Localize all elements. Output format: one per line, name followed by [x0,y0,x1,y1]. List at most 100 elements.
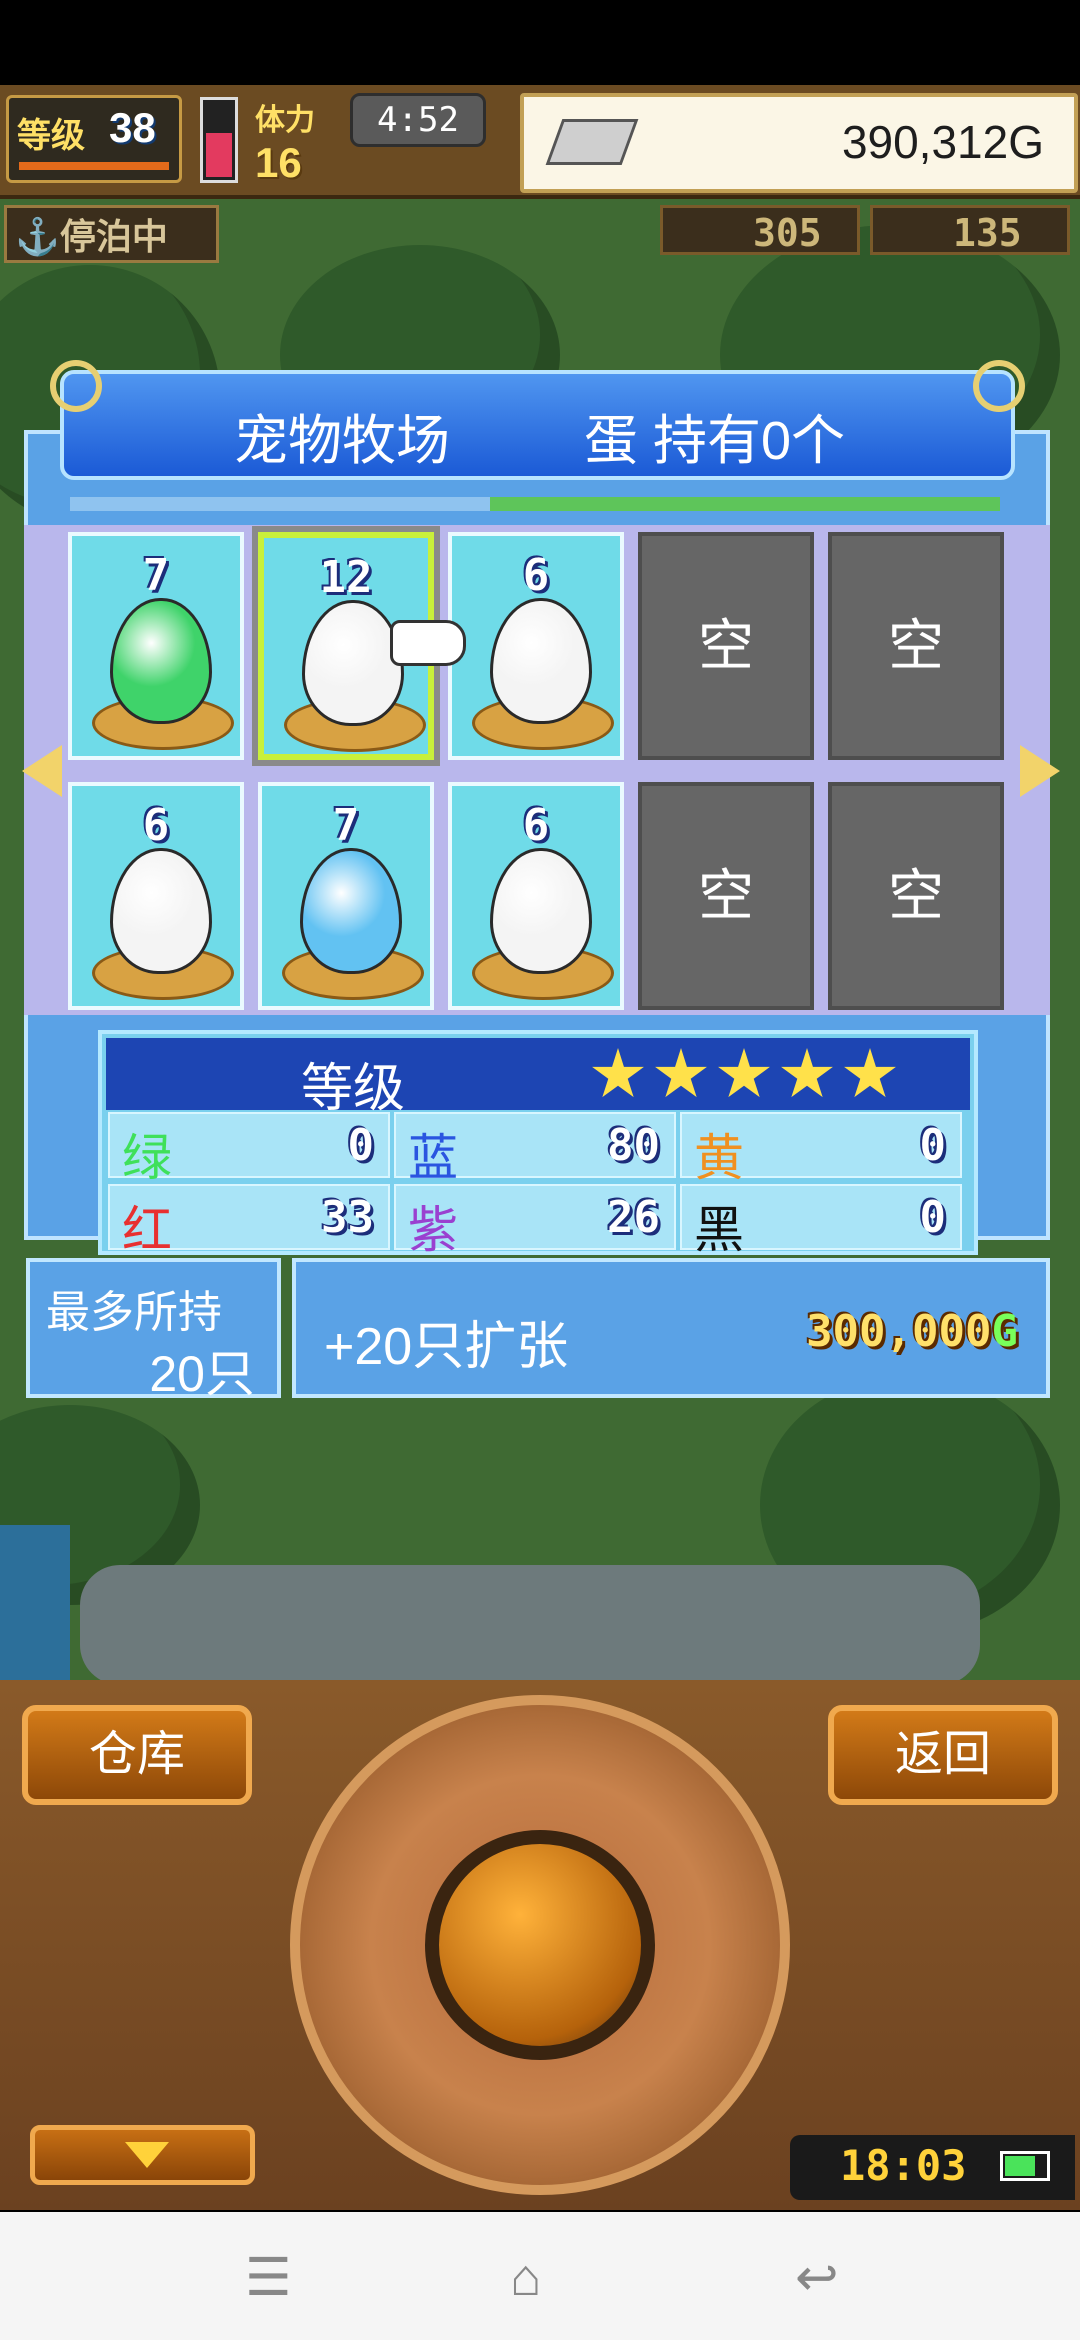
top-hud: 等级 38 体力 16 4:52 390,312G [0,85,1080,199]
star-icon [592,1048,644,1098]
stat-cell: 黄0 [680,1112,962,1186]
empty-label: 空 [698,614,754,677]
water [0,1525,70,1680]
stat-color-label: 蓝 [408,1130,458,1186]
egg-slot[interactable]: 7 [68,532,244,760]
back-icon[interactable]: ↩ [795,2252,839,2304]
stat-cell: 红 33 [108,1184,390,1258]
expand-button[interactable]: +20只扩张 300,000G [292,1258,1050,1398]
egg-icon [490,598,592,724]
stat-value: 0 [347,1120,375,1171]
health-gauge [200,97,238,183]
stat-cell: 紫 26 [394,1184,676,1258]
empty-slot[interactable]: 空 [828,782,1004,1010]
egg-icon [302,600,404,726]
empty-slot[interactable]: 空 [638,782,814,1010]
panel-progress [70,497,1000,511]
secondary-hud: ⚓停泊中 305 135 [0,199,1080,263]
stat-cell: 蓝 80 [394,1112,676,1186]
egg-days: 7 [332,800,360,851]
stat-color-label: 红 [122,1202,172,1258]
stamina-label: 体力 [255,104,315,137]
egg-count: 蛋 持有0个 [584,411,846,471]
level-stats: 等级 绿 0 蓝 80 黄 0 红 33 紫 26 黑 0 [98,1030,978,1258]
level-label: 等级 [17,117,85,155]
stamina-value: 16 [255,139,302,186]
action-button[interactable] [425,1830,655,2060]
arrow-right-icon[interactable] [1020,745,1060,797]
panel-title: 宠物牧场 [234,411,450,471]
max-hold-label: 最多所持 [46,1288,222,1337]
game-clock: 4:52 [350,93,486,147]
star-icon [718,1048,770,1098]
stat-cell: 黑0 [680,1184,962,1258]
stats-header-label: 等级 [301,1060,406,1118]
status-strip [0,0,1080,85]
hand-pointer-icon [390,620,466,666]
stat-value: 0 [919,1120,947,1171]
system-nav-bar: ☰ ⌂ ↩ [0,2212,1080,2340]
egg-days: 7 [142,550,170,601]
egg-icon [300,848,402,974]
device-clock: 18:03 [790,2135,1075,2200]
arrow-left-icon[interactable] [22,745,62,797]
empty-label: 空 [698,864,754,927]
level-value: 38 [109,104,156,151]
back-button[interactable]: 返回 [828,1705,1058,1805]
egg-slot[interactable]: 6 [448,782,624,1010]
player-level: 等级 38 [6,95,182,183]
resource-a-value: 305 [753,211,822,255]
egg-days: 6 [522,800,550,851]
exp-bar [19,162,169,170]
max-hold-value: 20只 [149,1346,255,1402]
warehouse-button[interactable]: 仓库 [22,1705,252,1805]
chevron-down-icon [125,2142,169,2168]
resource-a: 305 [660,205,860,255]
star-icon [655,1048,707,1098]
stat-color-label: 紫 [408,1202,458,1258]
stats-header: 等级 [106,1038,970,1118]
stat-cell: 绿0 [108,1112,390,1186]
currency-symbol: G [991,1306,1019,1357]
empty-slot[interactable]: 空 [638,532,814,760]
egg-icon [490,848,592,974]
menu-icon[interactable]: ☰ [245,2252,292,2304]
empty-slot[interactable]: 空 [828,532,1004,760]
star-icon [781,1048,833,1098]
cliff [80,1565,980,1680]
resource-b-value: 135 [953,211,1022,255]
egg-days: 6 [522,550,550,601]
stamina: 体力 16 [255,95,355,186]
stat-value: 80 [607,1120,660,1171]
menu-down-button[interactable] [30,2125,255,2185]
expand-label: +20只扩张 [324,1318,569,1376]
docked-status: ⚓停泊中 [4,205,219,263]
egg-slot[interactable]: 6 [448,532,624,760]
empty-label: 空 [888,614,944,677]
docked-label: 停泊中 [59,216,168,257]
egg-days: 12 [319,552,373,603]
corner-ornament [973,360,1025,412]
stat-color-label: 绿 [122,1130,172,1186]
egg-icon [110,848,212,974]
max-hold-box: 最多所持 20只 [26,1258,281,1402]
empty-label: 空 [888,864,944,927]
stat-value: 33 [321,1192,374,1243]
silver-bar-icon [545,119,639,165]
resource-b: 135 [870,205,1070,255]
battery-icon [1000,2151,1050,2181]
egg-slot[interactable]: 6 [68,782,244,1010]
stat-color-label: 黑 [694,1202,744,1258]
stat-value: 26 [607,1192,660,1243]
stat-value: 0 [919,1192,947,1243]
expand-price: 300,000G [806,1306,1018,1357]
stat-color-label: 黄 [694,1130,744,1186]
star-icon [844,1048,896,1098]
egg-slot[interactable]: 7 [258,782,434,1010]
egg-days: 6 [142,800,170,851]
egg-icon [110,598,212,724]
money-display: 390,312G [520,93,1078,193]
device-clock-value: 18:03 [840,2141,967,2190]
home-icon[interactable]: ⌂ [510,2252,541,2304]
expand-price-value: 300,000 [806,1306,992,1357]
